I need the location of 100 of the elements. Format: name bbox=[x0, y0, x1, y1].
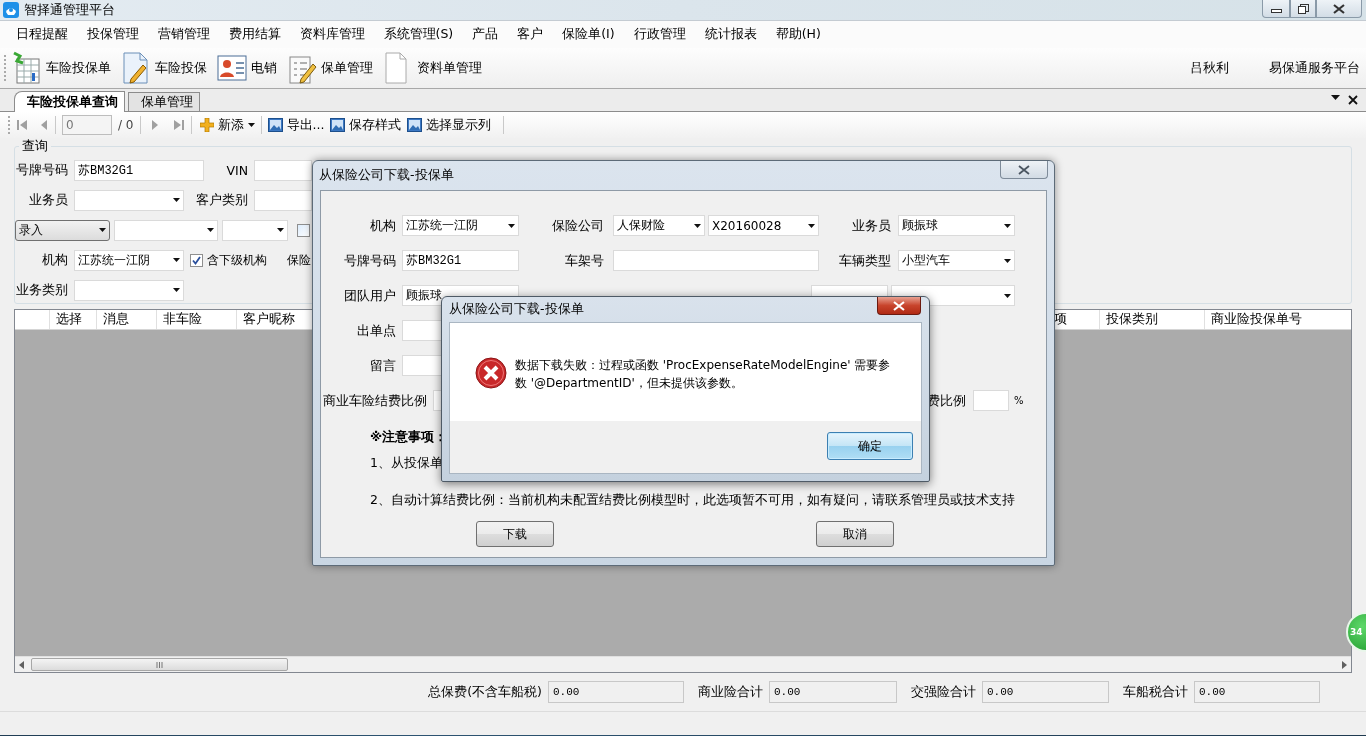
toolbar-button[interactable]: 保单管理 bbox=[287, 51, 373, 85]
platform-link[interactable]: 易保通服务平台 bbox=[1269, 59, 1360, 77]
field-label: 机构 bbox=[41, 251, 68, 269]
text-field[interactable] bbox=[254, 159, 312, 181]
menu-item[interactable]: 行政管理 bbox=[624, 26, 696, 43]
caret-icon bbox=[173, 198, 180, 202]
field-label: 号牌号码 bbox=[343, 252, 396, 270]
total-field: 0.00 bbox=[769, 681, 897, 703]
total-label: 车船税合计 bbox=[1123, 683, 1188, 701]
checkbox[interactable] bbox=[297, 223, 310, 237]
dropdown[interactable]: X20160028 bbox=[708, 215, 819, 236]
field-label: 留言 bbox=[369, 357, 396, 375]
total-label: 商业险合计 bbox=[698, 683, 763, 701]
text-field[interactable] bbox=[973, 390, 1009, 411]
download-button[interactable]: 下载 bbox=[476, 521, 554, 547]
next-page-icon[interactable] bbox=[150, 119, 159, 131]
close-icon[interactable] bbox=[1348, 95, 1358, 105]
document-tab[interactable]: 保单管理 bbox=[128, 92, 200, 111]
dropdown[interactable]: 江苏统一江阴 bbox=[402, 215, 519, 236]
restore-button[interactable] bbox=[1290, 0, 1316, 18]
field-label: 业务类别 bbox=[15, 281, 68, 299]
menu-item[interactable]: 统计报表 bbox=[695, 26, 767, 43]
text-field[interactable]: 苏BM32G1 bbox=[402, 250, 519, 271]
horizontal-scrollbar[interactable] bbox=[15, 656, 1351, 672]
close-icon bbox=[893, 300, 905, 311]
caret-icon bbox=[508, 223, 515, 228]
field-label: 机构 bbox=[369, 217, 396, 235]
field-label: 车架号 bbox=[564, 252, 604, 270]
app-icon bbox=[3, 2, 19, 18]
ok-button[interactable]: 确定 bbox=[827, 432, 913, 460]
restore-icon bbox=[1297, 3, 1309, 14]
menu-item[interactable]: 费用结算 bbox=[219, 26, 290, 43]
close-button[interactable] bbox=[877, 297, 921, 315]
cancel-button[interactable]: 取消 bbox=[816, 521, 894, 547]
menu-item[interactable]: 系统管理(S) bbox=[374, 26, 463, 43]
field-label: 保险 bbox=[287, 251, 311, 269]
close-button[interactable] bbox=[1000, 161, 1048, 179]
scrollbar-thumb[interactable] bbox=[31, 658, 288, 671]
column-header: 选择 bbox=[49, 310, 96, 329]
dropdown[interactable]: 人保财险 bbox=[613, 215, 705, 236]
toolbar-button[interactable]: 保存样式 bbox=[330, 116, 402, 134]
field-label: 商业车险结费比例 bbox=[322, 392, 427, 410]
menu-item[interactable]: 投保管理 bbox=[77, 26, 148, 43]
page-total: / 0 bbox=[118, 118, 134, 132]
caret-icon bbox=[808, 223, 815, 228]
toolbar-button[interactable]: 新添 bbox=[199, 116, 255, 134]
caret-icon bbox=[207, 228, 214, 232]
toolbar-button[interactable]: 资料单管理 bbox=[383, 51, 482, 85]
page-number-field[interactable]: 0 bbox=[62, 115, 112, 135]
toolbar-button[interactable]: 电销 bbox=[217, 51, 277, 85]
checkbox[interactable] bbox=[190, 253, 203, 267]
error-icon bbox=[475, 357, 507, 389]
minimize-button[interactable] bbox=[1262, 0, 1290, 18]
text-field[interactable] bbox=[254, 189, 312, 211]
menu-item[interactable]: 帮助(H) bbox=[766, 26, 831, 43]
toolbar-button[interactable]: 车险投保 bbox=[121, 51, 207, 85]
field-label: 出单点 bbox=[356, 322, 396, 340]
menu-item[interactable]: 资料库管理 bbox=[290, 26, 374, 43]
caret-icon bbox=[99, 228, 106, 232]
note-text: 1、从投保单 bbox=[370, 455, 443, 472]
image-icon bbox=[407, 118, 423, 132]
image-icon bbox=[267, 118, 283, 132]
total-field: 0.00 bbox=[1194, 681, 1320, 703]
menu-item[interactable]: 客户 bbox=[507, 26, 553, 43]
menu-item[interactable]: 日程提醒 bbox=[6, 26, 77, 43]
menu-item[interactable]: 保险单(I) bbox=[552, 26, 625, 43]
first-page-icon[interactable] bbox=[16, 119, 28, 131]
menu-item[interactable]: 产品 bbox=[462, 26, 508, 43]
caret-icon bbox=[1004, 293, 1011, 298]
plus-icon bbox=[199, 118, 214, 132]
caret-icon bbox=[247, 123, 255, 127]
group-title: 查询 bbox=[21, 138, 49, 155]
total-field: 0.00 bbox=[982, 681, 1109, 703]
dropdown[interactable]: 江苏统一江阴 bbox=[74, 249, 184, 271]
error-message: 数据下载失败：过程或函数 'ProcExpenseRateModelEngine' 需要参数 '@DepartmentID'，但未提供该参数。 bbox=[515, 357, 892, 392]
dropdown[interactable]: 顾振球 bbox=[898, 215, 1015, 236]
dialog-title: 从保险公司下载-投保单 bbox=[319, 167, 454, 184]
dropdown-icon[interactable] bbox=[1331, 95, 1340, 100]
last-page-icon[interactable] bbox=[172, 119, 185, 131]
column-header: 非车险 bbox=[156, 310, 236, 329]
toolbar-button[interactable]: 导出... bbox=[267, 116, 325, 134]
text-field[interactable]: 苏BM32G1 bbox=[74, 159, 204, 181]
previous-page-icon[interactable] bbox=[40, 119, 48, 131]
field-label: 业务员 bbox=[851, 217, 891, 235]
toolbar-button[interactable]: 车险投保单 bbox=[12, 51, 111, 85]
field-label: 业务员 bbox=[28, 191, 68, 209]
dropdown[interactable]: 小型汽车 bbox=[898, 250, 1015, 271]
close-icon bbox=[1018, 164, 1030, 175]
dropdown[interactable]: 录入 bbox=[15, 219, 110, 241]
field-label: VIN bbox=[225, 162, 248, 178]
document-tab[interactable]: 车险投保单查询 bbox=[14, 91, 125, 112]
note-text: 2、自动计算结费比例：当前机构未配置结费比例模型时，此选项暂不可用，如有疑问，请联系管理员或技术支持 bbox=[370, 492, 1015, 509]
text-field[interactable] bbox=[613, 250, 819, 271]
close-button[interactable] bbox=[1316, 0, 1362, 18]
column-header: 商业险投保单号 bbox=[1204, 310, 1351, 329]
field-label: 号牌号码 bbox=[15, 161, 68, 179]
menu-item[interactable]: 营销管理 bbox=[148, 26, 219, 43]
column-header: 投保类别 bbox=[1099, 310, 1204, 329]
toolbar-button[interactable]: 选择显示列 bbox=[407, 116, 492, 134]
caret-icon bbox=[173, 258, 180, 262]
